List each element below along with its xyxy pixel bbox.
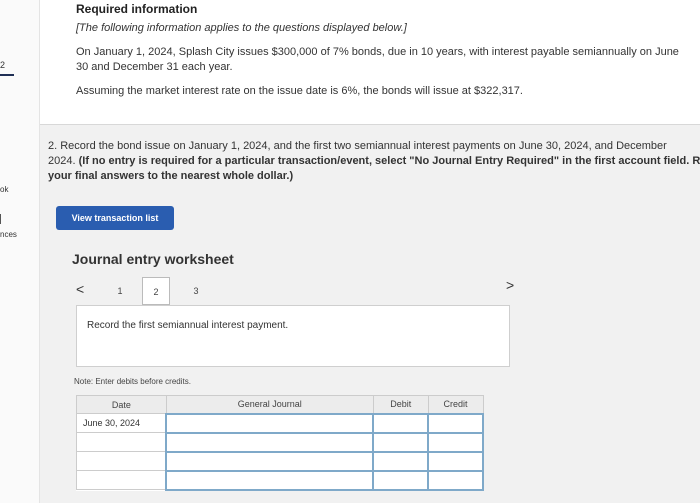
- journal-entry-table: Date General Journal Debit Credit June 3…: [76, 395, 484, 491]
- table-row: June 30, 2024: [76, 412, 484, 434]
- question-prompt: 2. Record the bond issue on January 1, 2…: [48, 139, 700, 184]
- chevron-right-icon[interactable]: >: [506, 277, 514, 293]
- left-navigation-strip: 2 ok nces: [0, 0, 40, 503]
- bracket-mark: [0, 214, 4, 224]
- account-input[interactable]: [165, 431, 375, 453]
- account-input[interactable]: [165, 450, 375, 472]
- debit-input[interactable]: [372, 412, 430, 434]
- info-applies-note: [The following information applies to th…: [76, 22, 407, 34]
- date-cell: [76, 451, 167, 471]
- question-line-2-normal: 2024.: [48, 155, 79, 167]
- references-link-fragment[interactable]: nces: [0, 230, 17, 239]
- required-information-title: Required information: [76, 2, 198, 16]
- debit-input[interactable]: [372, 450, 430, 472]
- ebook-link-fragment[interactable]: ok: [0, 185, 8, 194]
- table-row: [76, 469, 484, 491]
- date-cell: [76, 470, 167, 490]
- question-line-2-bold: (If no entry is required for a particula…: [78, 155, 700, 167]
- credit-input[interactable]: [427, 450, 484, 472]
- bond-issue-description: On January 1, 2024, Splash City issues $…: [76, 46, 679, 73]
- credit-input[interactable]: [427, 469, 484, 491]
- worksheet-title: Journal entry worksheet: [72, 251, 234, 267]
- table-row: [76, 450, 484, 472]
- question-line-2: 2024. (If no entry is required for a par…: [48, 154, 700, 169]
- worksheet-tab-2[interactable]: 2: [142, 277, 170, 305]
- question-number-label: 2: [0, 60, 6, 70]
- chevron-left-icon[interactable]: <: [76, 281, 84, 297]
- view-transaction-list-button[interactable]: View transaction list: [56, 206, 174, 230]
- credit-input[interactable]: [427, 412, 484, 434]
- header-date: Date: [76, 395, 167, 414]
- account-input[interactable]: [165, 469, 375, 491]
- market-rate-description: Assuming the market interest rate on the…: [76, 85, 523, 97]
- debit-input[interactable]: [372, 431, 430, 453]
- question-line-3: your final answers to the nearest whole …: [48, 170, 294, 182]
- header-debit: Debit: [372, 395, 429, 414]
- debits-before-credits-note: Note: Enter debits before credits.: [74, 377, 191, 386]
- table-row: [76, 431, 484, 453]
- instruction-text: Record the first semiannual interest pay…: [87, 320, 289, 331]
- date-cell: [76, 432, 167, 452]
- active-question-indicator: [0, 74, 14, 76]
- instruction-box: Record the first semiannual interest pay…: [76, 305, 510, 367]
- date-cell: June 30, 2024: [76, 413, 167, 433]
- question-line-1: 2. Record the bond issue on January 1, 2…: [48, 140, 667, 152]
- header-credit: Credit: [427, 395, 484, 414]
- header-general-journal: General Journal: [165, 395, 374, 414]
- debit-input[interactable]: [372, 469, 430, 491]
- credit-input[interactable]: [427, 431, 484, 453]
- worksheet-tab-3[interactable]: 3: [184, 279, 208, 303]
- worksheet-tab-1[interactable]: 1: [108, 279, 132, 303]
- question-panel: 2. Record the bond issue on January 1, 2…: [40, 124, 700, 503]
- account-input[interactable]: [165, 412, 375, 434]
